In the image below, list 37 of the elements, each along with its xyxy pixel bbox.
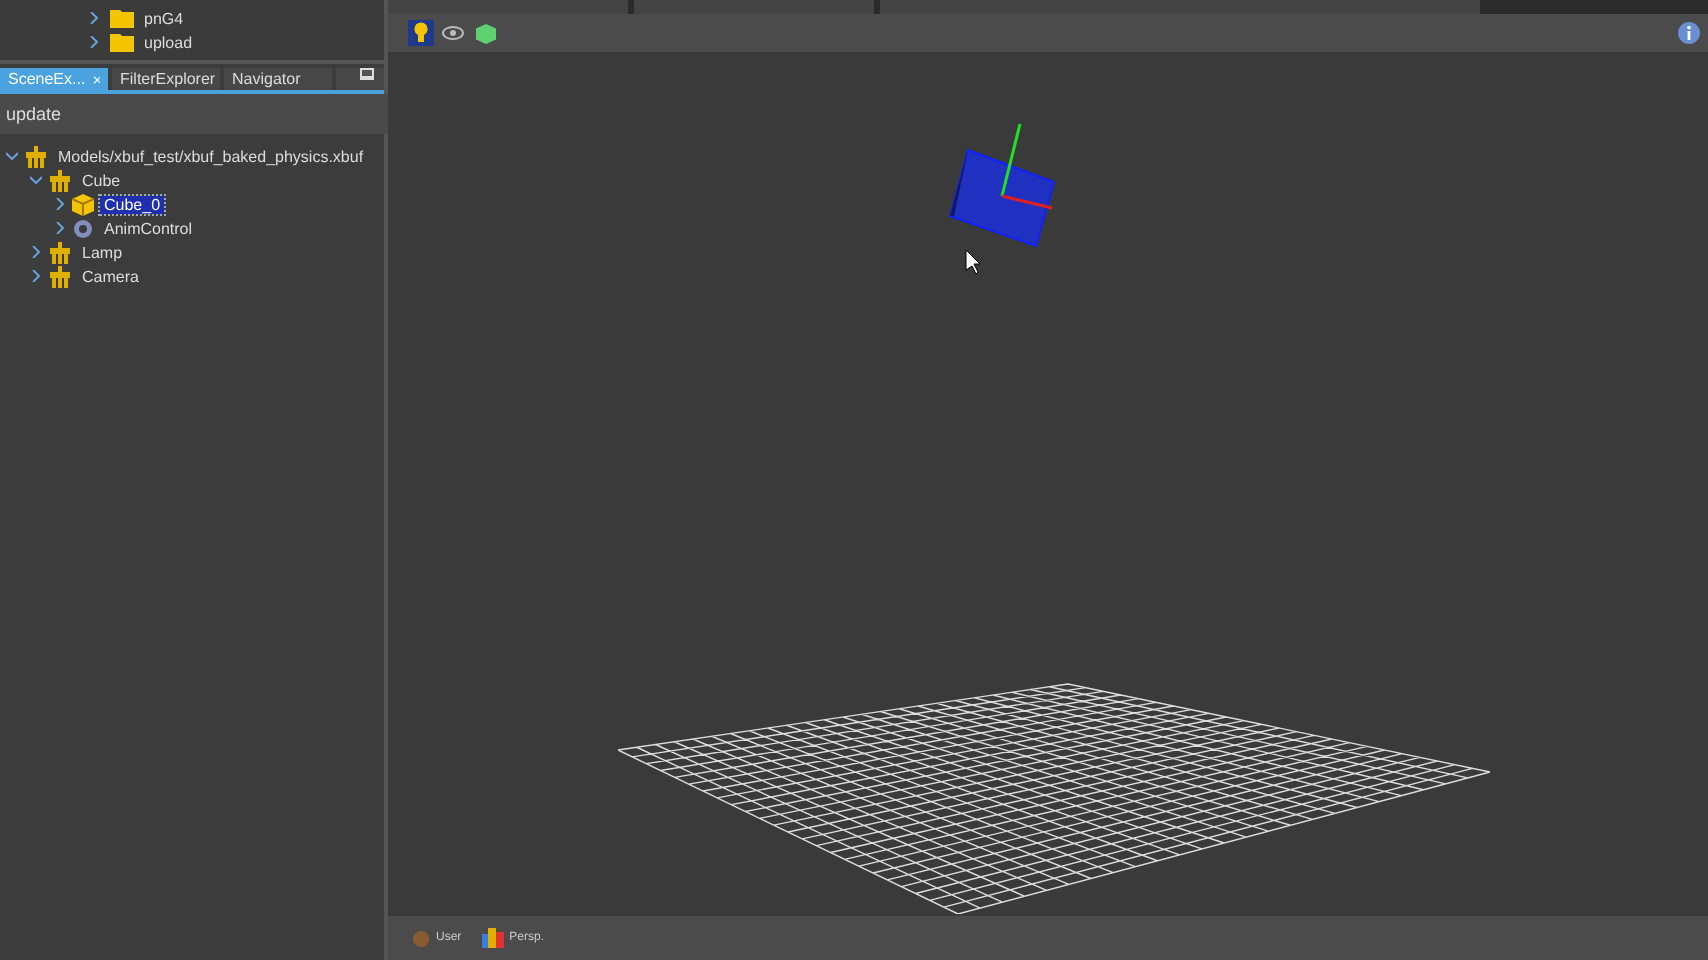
node-icon — [48, 265, 72, 287]
search-field[interactable]: update — [0, 94, 388, 134]
tree-item[interactable]: Camera — [78, 267, 143, 285]
minimize-icon[interactable] — [360, 68, 374, 80]
bulb-icon — [414, 22, 428, 44]
expander-icon[interactable] — [6, 150, 18, 162]
node-icon — [48, 169, 72, 191]
panel-tab[interactable]: FilterExplorer — [112, 68, 220, 90]
cube-drawing — [948, 123, 1056, 248]
toolbar-button[interactable] — [472, 20, 498, 46]
expander-icon[interactable] — [30, 270, 42, 282]
close-icon[interactable] — [93, 73, 100, 85]
node-icon — [48, 241, 72, 263]
cube-icon — [72, 193, 94, 215]
folder-icon — [110, 8, 134, 28]
pointer-icon — [965, 249, 981, 275]
folder-icon — [110, 32, 134, 52]
expander-icon[interactable] — [30, 246, 42, 258]
toolbar-button[interactable] — [408, 20, 434, 46]
node-icon — [24, 145, 48, 167]
info-icon[interactable] — [1678, 22, 1700, 44]
tree-item[interactable]: Lamp — [78, 243, 127, 261]
expander-icon[interactable] — [30, 174, 42, 186]
tree-item[interactable]: Cube — [78, 171, 125, 189]
cube-icon — [475, 23, 495, 43]
eye-icon — [442, 26, 464, 40]
tree-item[interactable]: Models/xbuf_test/xbuf_baked_physics.xbuf — [54, 147, 368, 165]
tree-item[interactable]: Cube_0 — [100, 195, 165, 213]
tree-item[interactable]: pnG4 — [144, 9, 184, 27]
toolbar-button[interactable] — [440, 20, 466, 46]
expander-icon[interactable] — [54, 198, 66, 210]
gear-icon — [72, 217, 94, 239]
boxes-icon — [481, 928, 504, 948]
tree-item[interactable]: upload — [144, 33, 193, 51]
tree-item[interactable]: AnimControl — [100, 219, 197, 237]
expander-icon[interactable] — [54, 222, 66, 234]
panel-tab[interactable]: Navigator — [224, 68, 332, 90]
